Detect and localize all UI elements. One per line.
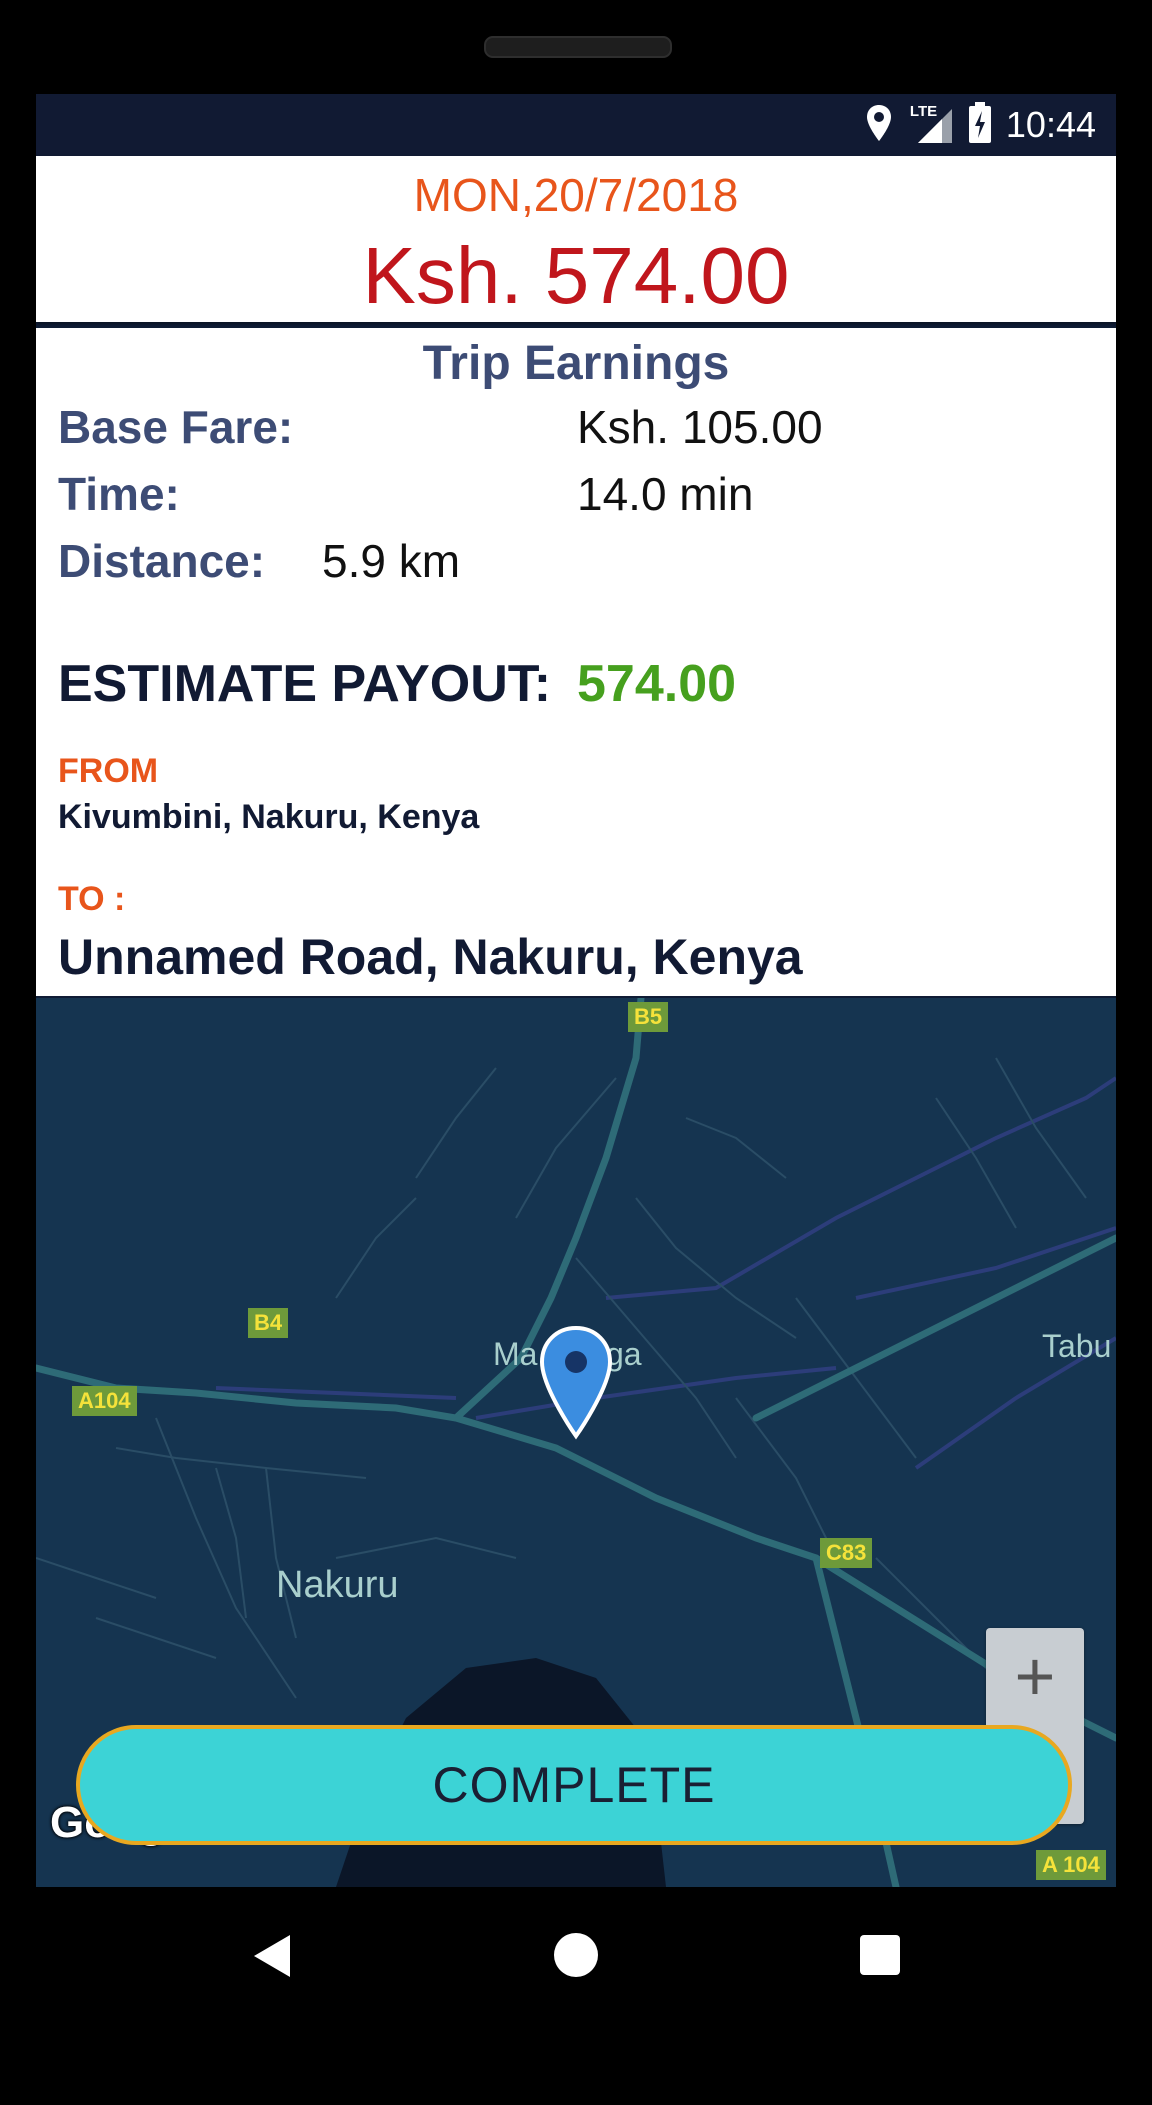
estimate-payout-label: ESTIMATE PAYOUT: [58,655,552,713]
road-shield-b4: B4 [248,1308,289,1338]
place-label-nakuru: Nakuru [276,1564,399,1606]
location-pin-icon[interactable] [538,1325,614,1447]
status-bar: LTE 10:44 [36,94,1116,156]
battery-charging-icon [968,101,992,149]
road-shield-b5: B5 [628,1002,669,1032]
status-clock: 10:44 [1005,104,1096,145]
place-label-mawanga-start: Ma [493,1336,538,1372]
trip-earnings-card: Trip Earnings Base Fare: Ksh. 105.00 Tim… [36,328,1116,996]
distance-label: Distance: [58,535,266,587]
earnings-header: MON,20/7/2018 Ksh. 574.00 [36,156,1116,322]
road-shield-a104: A104 [72,1386,137,1416]
from-address: Kivumbini, Nakuru, Kenya [58,798,480,836]
total-earnings: Ksh. 574.00 [362,231,790,320]
time-value: 14.0 min [577,468,754,520]
app-screen: LTE 10:44 MON,20/7/2018 Ksh. 574.00 Trip… [36,94,1116,1887]
map-view[interactable]: B5 B4 A104 C83 A 104 Nakuru Tabu Ma ga + [36,998,1116,1887]
distance-value: 5.9 km [322,535,461,587]
from-label: FROM [58,752,159,790]
back-icon[interactable] [250,1931,294,1986]
to-address: Unnamed Road, Nakuru, Kenya [58,929,803,985]
card-title: Trip Earnings [422,337,730,390]
system-nav-bar [36,1887,1116,2029]
road-shield-c83: C83 [820,1538,873,1568]
to-label: TO : [58,880,126,918]
base-fare-value: Ksh. 105.00 [577,401,823,453]
lte-label: LTE [909,103,938,120]
base-fare-label: Base Fare: [58,401,294,453]
lte-signal-icon: LTE [908,103,954,145]
speaker-grille [484,36,672,58]
recents-icon[interactable] [860,1935,900,1975]
home-icon[interactable] [554,1933,598,1977]
location-icon [864,103,894,148]
road-shield-a104-bottom: A 104 [1036,1850,1106,1880]
time-label: Time: [58,468,180,520]
zoom-in-button[interactable]: + [986,1628,1084,1726]
phone-frame: LTE 10:44 MON,20/7/2018 Ksh. 574.00 Trip… [0,0,1152,2105]
estimate-payout-value: 574.00 [577,655,737,713]
status-icons: LTE 10:44 [864,100,1096,150]
place-label-tabu: Tabu [1042,1328,1112,1364]
trip-date: MON,20/7/2018 [413,169,739,221]
complete-button[interactable]: COMPLETE [76,1725,1072,1845]
